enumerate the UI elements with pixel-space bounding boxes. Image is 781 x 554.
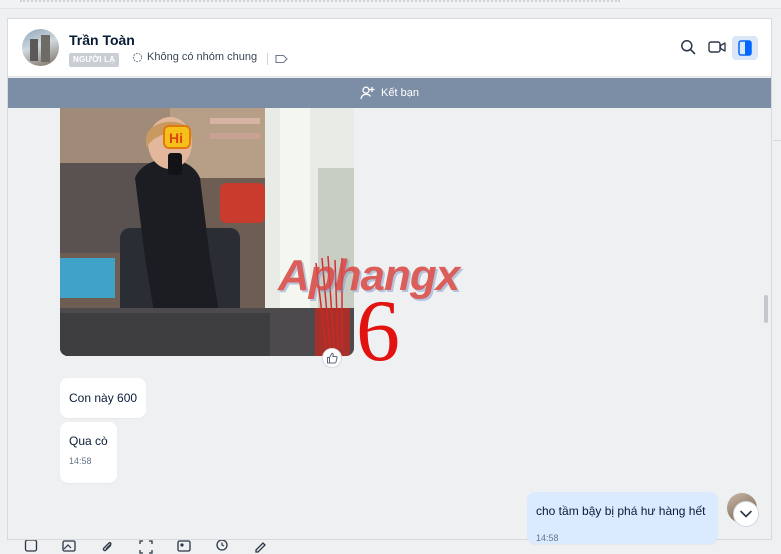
- business-card-icon[interactable]: [177, 540, 191, 554]
- sticker-icon[interactable]: [24, 540, 38, 554]
- image-icon[interactable]: [62, 540, 76, 554]
- pen-icon[interactable]: [254, 540, 268, 554]
- side-panel-icon: [738, 40, 752, 56]
- photo-content: Hi: [60, 108, 354, 356]
- svg-text:Hi: Hi: [169, 130, 183, 146]
- top-strip: [0, 0, 781, 9]
- screenshot-icon[interactable]: [139, 540, 153, 554]
- group-status-label: Không có nhóm chung: [147, 51, 258, 63]
- side-panel-toggle[interactable]: [732, 36, 758, 60]
- message-text: cho tầm bậy bị phá hư hàng hết: [536, 504, 706, 518]
- composer-toolbar: [0, 538, 781, 554]
- search-icon[interactable]: [680, 39, 696, 55]
- header-divider: [267, 53, 268, 65]
- incoming-message[interactable]: Qua cò 14:58: [60, 422, 117, 483]
- like-reaction-button[interactable]: [322, 348, 342, 368]
- tag-icon[interactable]: [275, 54, 288, 64]
- chat-window: Trần Toàn NGƯỜI LẠ Không có nhóm chung K…: [7, 18, 772, 544]
- message-text: Qua cò: [69, 434, 108, 448]
- add-friend-bar[interactable]: Kết bạn: [8, 78, 771, 108]
- group-icon: [132, 52, 143, 62]
- outgoing-message[interactable]: cho tầm bậy bị phá hư hàng hết 14:58: [527, 492, 718, 544]
- scroll-to-bottom-button[interactable]: [733, 501, 759, 527]
- stranger-badge: NGƯỜI LẠ: [69, 53, 120, 67]
- contact-avatar[interactable]: [22, 29, 59, 66]
- side-divider: [773, 140, 781, 141]
- add-friend-label: Kết bạn: [381, 87, 419, 99]
- scrollbar-thumb[interactable]: [764, 295, 768, 323]
- attachment-icon[interactable]: [100, 540, 114, 554]
- thumbs-up-icon: [327, 352, 338, 364]
- message-photo[interactable]: Hi: [60, 108, 354, 356]
- chat-header: Trần Toàn NGƯỜI LẠ Không có nhóm chung: [8, 19, 771, 77]
- reminder-icon[interactable]: [215, 540, 229, 554]
- chevron-down-icon: [740, 510, 752, 518]
- incoming-message[interactable]: Con này 600: [60, 378, 147, 418]
- video-call-icon[interactable]: [708, 40, 726, 54]
- group-status[interactable]: Không có nhóm chung: [132, 51, 257, 63]
- contact-name[interactable]: Trần Toàn: [69, 32, 135, 48]
- overlay-number: 6: [356, 283, 400, 380]
- message-time: 14:58: [69, 456, 92, 466]
- message-text: Con này 600: [69, 391, 138, 405]
- add-friend-icon: [360, 86, 375, 100]
